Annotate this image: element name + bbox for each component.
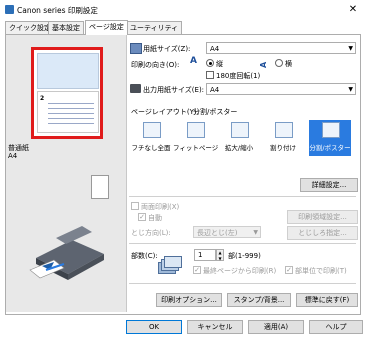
tab-page-setup[interactable]: ページ設定 [85, 20, 128, 35]
duplex-checkbox[interactable] [131, 202, 139, 210]
auto-duplex-label: 自動 [148, 214, 162, 222]
separator [129, 196, 356, 197]
collate-checkbox[interactable]: ✓ [285, 266, 293, 274]
copies-stepper[interactable]: ▲ ▼ [216, 249, 224, 261]
specify-margin-button[interactable]: とじしろ指定... [287, 226, 358, 240]
stapling-side-label: とじ方向(L): [131, 229, 171, 237]
separator [129, 283, 356, 284]
stamp-background-button[interactable]: スタンプ/背景... [227, 293, 291, 307]
page-layout-icon [275, 122, 293, 138]
layout-scaled-label: 拡大/縮小 [224, 144, 254, 152]
output-size-select[interactable]: A4 ▼ [206, 83, 356, 95]
page-layout-current: 分割/ポスター [193, 108, 238, 116]
portrait-label: 縦 [216, 60, 223, 68]
paper-size-icon [130, 43, 142, 54]
duplex-label: 両面印刷(X) [141, 203, 180, 211]
copies-input[interactable]: 1 [194, 249, 216, 261]
layout-fit-page[interactable]: フィットページ [173, 120, 218, 156]
apply-button[interactable]: 適用(A) [248, 320, 304, 334]
orientation-label: 印刷の向き(O): [131, 61, 180, 69]
chevron-down-icon: ▼ [253, 229, 258, 236]
collate-label: 部単位で印刷(T) [295, 267, 347, 275]
reverse-order-checkbox[interactable]: ✓ [193, 266, 201, 274]
stapling-side-value: 長辺とじ(左) [197, 229, 238, 237]
window-title: Canon series 印刷設定 [17, 6, 98, 15]
chevron-down-icon: ▼ [348, 45, 353, 52]
ok-button[interactable]: OK [126, 320, 182, 334]
preview-pane: 2 普通紙 A4 [6, 35, 127, 312]
copies-range: 部(1-999) [228, 252, 261, 260]
scaled-icon [231, 122, 249, 138]
copies-stack-icon [158, 256, 182, 276]
page-preview-bottom: 2 [37, 91, 99, 133]
output-size-value: A4 [210, 86, 220, 94]
paper-size-value: A4 [210, 45, 220, 53]
layout-borderless-label: フチなし全面 [131, 144, 171, 152]
specify-button[interactable]: 詳細設定... [300, 178, 358, 192]
page-layout-label: ページレイアウト(Y): [131, 108, 199, 116]
cancel-button[interactable]: キャンセル [187, 320, 243, 334]
layout-fit-page-label: フィットページ [173, 144, 219, 152]
tiling-poster-icon [322, 122, 340, 138]
paper-orientation-icon [91, 175, 109, 199]
borderless-icon [143, 122, 161, 138]
layout-page-layout[interactable]: 割り付け [265, 120, 301, 156]
print-area-setup-button[interactable]: 印刷領域設定... [287, 210, 358, 224]
fit-page-icon [187, 122, 205, 138]
close-icon[interactable]: ✕ [346, 3, 360, 17]
chevron-down-icon: ▼ [348, 86, 353, 93]
landscape-label: 横 [285, 60, 292, 68]
stapling-side-select[interactable]: 長辺とじ(左) ▼ [193, 226, 261, 238]
title-bar: Canon series 印刷設定 ✕ [0, 0, 366, 20]
rotate-180-label: 180度回転(1) [216, 72, 261, 80]
printer-app-icon [5, 5, 14, 14]
layout-page-layout-label: 割り付け [270, 144, 296, 152]
paper-size-label: 用紙サイズ(Z): [143, 45, 191, 53]
output-size-label: 出力用紙サイズ(E): [143, 86, 205, 94]
layout-scaled[interactable]: 拡大/縮小 [221, 120, 257, 156]
defaults-button[interactable]: 標準に戻す(F) [296, 293, 358, 307]
reverse-order-label: 最終ページから印刷(R) [203, 267, 277, 275]
layout-borderless[interactable]: フチなし全面 [132, 120, 171, 156]
page-number: 2 [40, 95, 45, 102]
tab-utility[interactable]: ユーティリティ [126, 21, 183, 34]
layout-tiling-poster-label: 分割/ポスター [309, 144, 351, 152]
print-options-button[interactable]: 印刷オプション... [156, 293, 222, 307]
paper-size-select[interactable]: A4 ▼ [206, 42, 356, 54]
separator [129, 243, 356, 244]
page-preview-top [37, 53, 99, 89]
rotate-180-checkbox[interactable] [206, 71, 214, 79]
page-preview-highlight: 2 [31, 47, 103, 139]
copies-label: 部数(C): [131, 252, 158, 260]
tab-basic-settings[interactable]: 基本設定 [48, 21, 84, 34]
portrait-icon: A [190, 56, 197, 66]
landscape-radio[interactable] [275, 59, 283, 67]
layout-tiling-poster[interactable]: 分割/ポスター [309, 120, 351, 156]
portrait-radio[interactable] [206, 59, 214, 67]
paper-size-text: A4 [8, 152, 18, 160]
printer-icon [130, 84, 141, 93]
landscape-icon: A [259, 61, 268, 68]
help-button[interactable]: ヘルプ [309, 320, 363, 334]
printer-illustration [26, 220, 108, 280]
auto-duplex-checkbox[interactable]: ✓ [138, 213, 146, 221]
